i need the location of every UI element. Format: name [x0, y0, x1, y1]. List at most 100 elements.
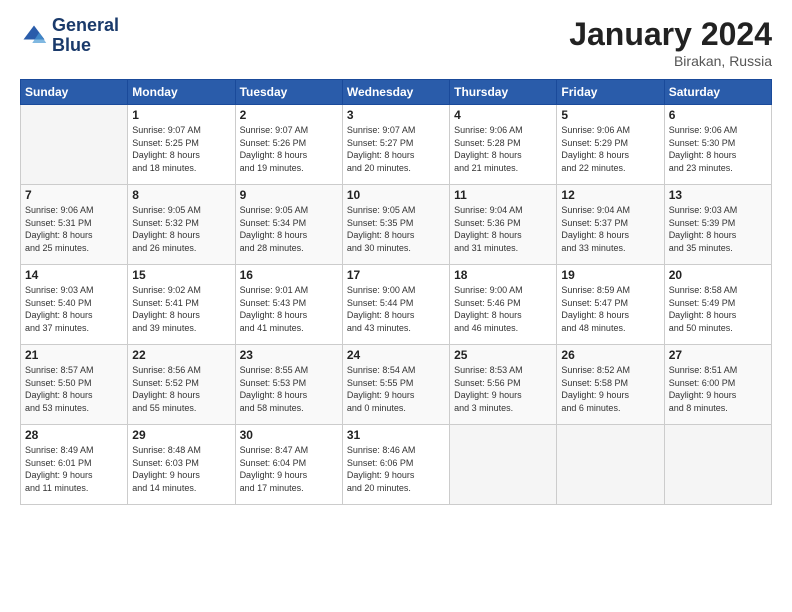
day-cell — [450, 425, 557, 505]
day-number: 10 — [347, 188, 445, 202]
day-cell: 21 Sunrise: 8:57 AM Sunset: 5:50 PM Dayli… — [21, 345, 128, 425]
header: General Blue January 2024 Birakan, Russi… — [20, 16, 772, 69]
week-row-4: 21 Sunrise: 8:57 AM Sunset: 5:50 PM Dayli… — [21, 345, 772, 425]
day-number: 18 — [454, 268, 552, 282]
day-number: 9 — [240, 188, 338, 202]
day-number: 6 — [669, 108, 767, 122]
day-info: Sunrise: 9:01 AM Sunset: 5:43 PM Dayligh… — [240, 284, 338, 334]
day-info: Sunrise: 8:51 AM Sunset: 6:00 PM Dayligh… — [669, 364, 767, 414]
day-number: 1 — [132, 108, 230, 122]
day-number: 21 — [25, 348, 123, 362]
day-cell — [21, 105, 128, 185]
day-cell: 19 Sunrise: 8:59 AM Sunset: 5:47 PM Dayli… — [557, 265, 664, 345]
col-header-saturday: Saturday — [664, 80, 771, 105]
day-number: 28 — [25, 428, 123, 442]
col-header-sunday: Sunday — [21, 80, 128, 105]
week-row-3: 14 Sunrise: 9:03 AM Sunset: 5:40 PM Dayli… — [21, 265, 772, 345]
day-cell: 8Sunrise: 9:05 AM Sunset: 5:32 PM Daylig… — [128, 185, 235, 265]
logo-icon — [20, 22, 48, 50]
location: Birakan, Russia — [569, 53, 772, 69]
day-cell: 2 Sunrise: 9:07 AM Sunset: 5:26 PM Daylig… — [235, 105, 342, 185]
day-info: Sunrise: 8:49 AM Sunset: 6:01 PM Dayligh… — [25, 444, 123, 494]
day-cell — [664, 425, 771, 505]
col-header-wednesday: Wednesday — [342, 80, 449, 105]
day-info: Sunrise: 9:06 AM Sunset: 5:31 PM Dayligh… — [25, 204, 123, 254]
day-info: Sunrise: 9:07 AM Sunset: 5:26 PM Dayligh… — [240, 124, 338, 174]
day-number: 2 — [240, 108, 338, 122]
month-title: January 2024 — [569, 16, 772, 53]
col-header-friday: Friday — [557, 80, 664, 105]
day-cell: 30Sunrise: 8:47 AM Sunset: 6:04 PM Dayli… — [235, 425, 342, 505]
day-number: 26 — [561, 348, 659, 362]
day-info: Sunrise: 9:06 AM Sunset: 5:28 PM Dayligh… — [454, 124, 552, 174]
logo-line2: Blue — [52, 36, 119, 56]
day-cell: 7Sunrise: 9:06 AM Sunset: 5:31 PM Daylig… — [21, 185, 128, 265]
day-info: Sunrise: 8:56 AM Sunset: 5:52 PM Dayligh… — [132, 364, 230, 414]
day-number: 14 — [25, 268, 123, 282]
header-row: SundayMondayTuesdayWednesdayThursdayFrid… — [21, 80, 772, 105]
day-info: Sunrise: 8:53 AM Sunset: 5:56 PM Dayligh… — [454, 364, 552, 414]
day-number: 5 — [561, 108, 659, 122]
day-info: Sunrise: 8:46 AM Sunset: 6:06 PM Dayligh… — [347, 444, 445, 494]
day-number: 31 — [347, 428, 445, 442]
day-info: Sunrise: 9:07 AM Sunset: 5:25 PM Dayligh… — [132, 124, 230, 174]
day-cell: 1 Sunrise: 9:07 AM Sunset: 5:25 PM Daylig… — [128, 105, 235, 185]
day-cell: 10 Sunrise: 9:05 AM Sunset: 5:35 PM Dayli… — [342, 185, 449, 265]
day-number: 20 — [669, 268, 767, 282]
col-header-tuesday: Tuesday — [235, 80, 342, 105]
day-info: Sunrise: 8:54 AM Sunset: 5:55 PM Dayligh… — [347, 364, 445, 414]
day-number: 16 — [240, 268, 338, 282]
day-cell: 24 Sunrise: 8:54 AM Sunset: 5:55 PM Dayli… — [342, 345, 449, 425]
day-info: Sunrise: 8:47 AM Sunset: 6:04 PM Dayligh… — [240, 444, 338, 494]
day-cell: 13Sunrise: 9:03 AM Sunset: 5:39 PM Dayli… — [664, 185, 771, 265]
day-cell: 5Sunrise: 9:06 AM Sunset: 5:29 PM Daylig… — [557, 105, 664, 185]
day-number: 4 — [454, 108, 552, 122]
day-cell: 22 Sunrise: 8:56 AM Sunset: 5:52 PM Dayli… — [128, 345, 235, 425]
day-cell: 26 Sunrise: 8:52 AM Sunset: 5:58 PM Dayli… — [557, 345, 664, 425]
day-cell: 9Sunrise: 9:05 AM Sunset: 5:34 PM Daylig… — [235, 185, 342, 265]
week-row-1: 1 Sunrise: 9:07 AM Sunset: 5:25 PM Daylig… — [21, 105, 772, 185]
day-info: Sunrise: 9:03 AM Sunset: 5:39 PM Dayligh… — [669, 204, 767, 254]
calendar-container: General Blue January 2024 Birakan, Russi… — [0, 0, 792, 612]
col-header-thursday: Thursday — [450, 80, 557, 105]
day-info: Sunrise: 8:57 AM Sunset: 5:50 PM Dayligh… — [25, 364, 123, 414]
day-number: 22 — [132, 348, 230, 362]
day-cell: 17 Sunrise: 9:00 AM Sunset: 5:44 PM Dayli… — [342, 265, 449, 345]
day-number: 11 — [454, 188, 552, 202]
day-cell: 20Sunrise: 8:58 AM Sunset: 5:49 PM Dayli… — [664, 265, 771, 345]
day-cell: 14 Sunrise: 9:03 AM Sunset: 5:40 PM Dayli… — [21, 265, 128, 345]
day-cell: 6Sunrise: 9:06 AM Sunset: 5:30 PM Daylig… — [664, 105, 771, 185]
week-row-2: 7Sunrise: 9:06 AM Sunset: 5:31 PM Daylig… — [21, 185, 772, 265]
week-row-5: 28 Sunrise: 8:49 AM Sunset: 6:01 PM Dayli… — [21, 425, 772, 505]
day-number: 25 — [454, 348, 552, 362]
day-cell: 16 Sunrise: 9:01 AM Sunset: 5:43 PM Dayli… — [235, 265, 342, 345]
day-cell: 29 Sunrise: 8:48 AM Sunset: 6:03 PM Dayli… — [128, 425, 235, 505]
day-number: 17 — [347, 268, 445, 282]
day-info: Sunrise: 9:07 AM Sunset: 5:27 PM Dayligh… — [347, 124, 445, 174]
day-number: 8 — [132, 188, 230, 202]
title-block: January 2024 Birakan, Russia — [569, 16, 772, 69]
day-info: Sunrise: 9:05 AM Sunset: 5:35 PM Dayligh… — [347, 204, 445, 254]
day-info: Sunrise: 9:04 AM Sunset: 5:36 PM Dayligh… — [454, 204, 552, 254]
day-number: 29 — [132, 428, 230, 442]
day-cell: 3Sunrise: 9:07 AM Sunset: 5:27 PM Daylig… — [342, 105, 449, 185]
day-cell: 18 Sunrise: 9:00 AM Sunset: 5:46 PM Dayli… — [450, 265, 557, 345]
day-number: 24 — [347, 348, 445, 362]
day-info: Sunrise: 9:04 AM Sunset: 5:37 PM Dayligh… — [561, 204, 659, 254]
day-info: Sunrise: 9:02 AM Sunset: 5:41 PM Dayligh… — [132, 284, 230, 334]
day-info: Sunrise: 9:00 AM Sunset: 5:44 PM Dayligh… — [347, 284, 445, 334]
day-info: Sunrise: 8:59 AM Sunset: 5:47 PM Dayligh… — [561, 284, 659, 334]
day-cell: 23Sunrise: 8:55 AM Sunset: 5:53 PM Dayli… — [235, 345, 342, 425]
calendar-table: SundayMondayTuesdayWednesdayThursdayFrid… — [20, 79, 772, 505]
logo: General Blue — [20, 16, 119, 56]
logo-line1: General — [52, 16, 119, 36]
day-info: Sunrise: 9:00 AM Sunset: 5:46 PM Dayligh… — [454, 284, 552, 334]
day-info: Sunrise: 8:48 AM Sunset: 6:03 PM Dayligh… — [132, 444, 230, 494]
col-header-monday: Monday — [128, 80, 235, 105]
day-info: Sunrise: 9:03 AM Sunset: 5:40 PM Dayligh… — [25, 284, 123, 334]
day-number: 19 — [561, 268, 659, 282]
day-info: Sunrise: 8:52 AM Sunset: 5:58 PM Dayligh… — [561, 364, 659, 414]
day-cell: 27Sunrise: 8:51 AM Sunset: 6:00 PM Dayli… — [664, 345, 771, 425]
day-cell: 11 Sunrise: 9:04 AM Sunset: 5:36 PM Dayli… — [450, 185, 557, 265]
day-cell: 4 Sunrise: 9:06 AM Sunset: 5:28 PM Daylig… — [450, 105, 557, 185]
